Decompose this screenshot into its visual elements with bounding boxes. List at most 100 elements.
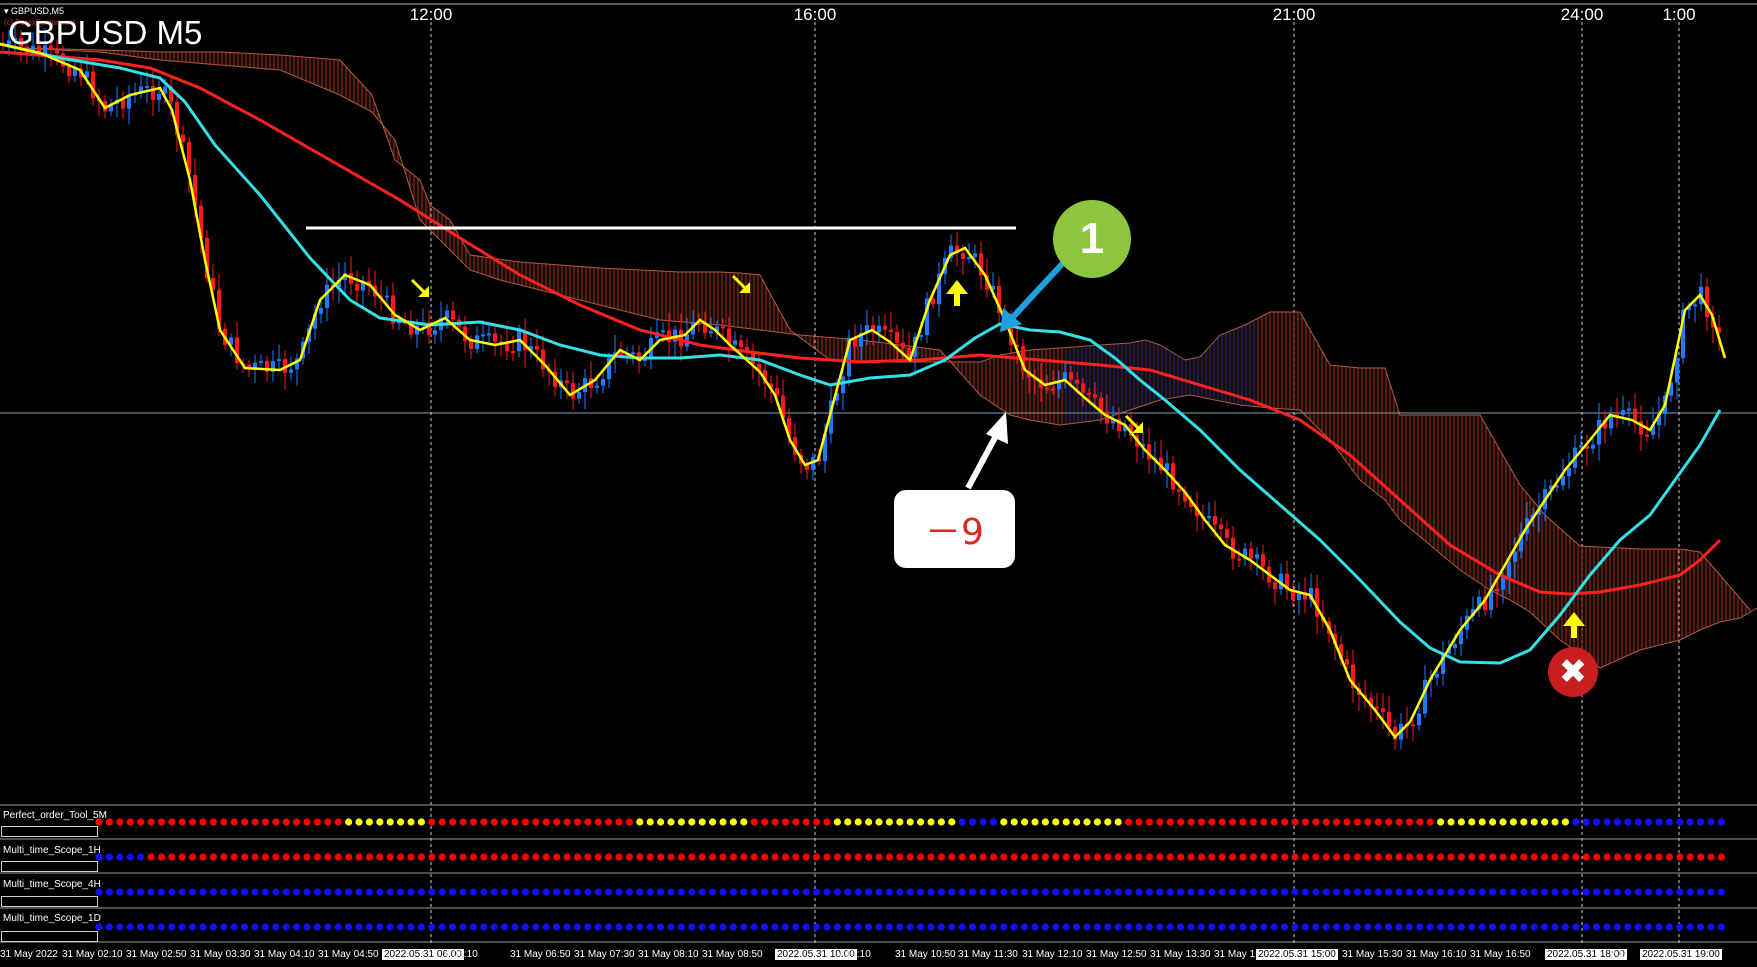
indicator-dot [501, 888, 509, 896]
indicator-label: Multi_time_Scope_1H [3, 845, 101, 856]
indicator-label: Multi_time_Scope_4H [3, 879, 101, 890]
indicator-dot [761, 853, 769, 861]
indicator-dot [813, 853, 821, 861]
candle-body [577, 392, 581, 399]
indicator-dot [750, 888, 758, 896]
indicator-dot [958, 853, 966, 861]
indicator-dot [386, 818, 394, 826]
candle-body [901, 342, 905, 348]
indicator-dot [625, 818, 634, 826]
indicator-dot [1145, 888, 1153, 896]
indicator-dot [490, 818, 498, 826]
indicator-dot [1634, 818, 1642, 826]
indicator-dot [1135, 818, 1143, 826]
bottom-time-label: 31 May 2022 [0, 949, 58, 960]
bottom-time-label: 31 May 10:50 [895, 949, 956, 960]
indicator-dot [1686, 853, 1694, 861]
indicator-dot [1239, 923, 1247, 931]
indicator-dot [1312, 818, 1320, 826]
candle-body [1045, 387, 1049, 390]
indicator-dot [646, 853, 654, 861]
indicator-dot [833, 888, 842, 896]
indicator-dot [199, 818, 207, 826]
indicator-dot [511, 853, 519, 861]
indicator-dot [1166, 888, 1174, 896]
indicator-dot [1135, 923, 1143, 931]
sell-signal-arrow [410, 278, 429, 297]
indicator-dot [542, 853, 550, 861]
indicator-dot [667, 888, 675, 896]
indicator-dot [875, 923, 883, 931]
indicator-dot [1343, 818, 1351, 826]
indicator-dot [1572, 853, 1580, 861]
indicator-dot [1395, 923, 1403, 931]
indicator-dot [1083, 923, 1091, 931]
indicator-dot [896, 818, 904, 826]
indicator-dot [854, 923, 862, 931]
indicator-dot [1582, 888, 1590, 896]
bottom-time-label: y 06:10 [445, 949, 478, 960]
indicator-dot [906, 923, 914, 931]
indicator-dot [407, 923, 415, 931]
indicator-dot [1572, 818, 1580, 826]
indicator-dot [199, 923, 207, 931]
indicator-dot [1447, 853, 1455, 861]
indicator-dot [1593, 923, 1601, 931]
indicator-dot [313, 853, 321, 861]
candle-body [973, 253, 977, 258]
indicator-dot [521, 853, 530, 861]
candle-body [1273, 582, 1277, 590]
indicator-dot [584, 818, 592, 826]
bottom-time-label: 31 May 04:10 [254, 949, 315, 960]
indicator-dot [896, 888, 904, 896]
indicator-dot [137, 818, 145, 826]
indicator-dot [1000, 853, 1008, 861]
bottom-time-label: 31 May 02:50 [126, 949, 187, 960]
indicator-dot [813, 818, 821, 826]
indicator-dot [501, 923, 509, 931]
indicator-dot [1385, 818, 1393, 826]
candle-body [355, 283, 359, 291]
indicator-dot [147, 818, 155, 826]
indicator-dot [636, 923, 644, 931]
indicator-dot [1385, 853, 1393, 861]
indicator-dot [1041, 923, 1049, 931]
candle-body [883, 325, 887, 330]
indicator-dot [1717, 853, 1725, 861]
indicator-dot [178, 888, 186, 896]
candle-body [253, 362, 257, 368]
candle-body [1225, 529, 1229, 538]
indicator-dot [1582, 923, 1590, 931]
indicator-dot [1333, 818, 1341, 826]
indicator-dot [1093, 818, 1101, 826]
indicator-dot [1551, 818, 1559, 826]
indicator-dot [1707, 923, 1715, 931]
indicator-dot [1281, 888, 1289, 896]
indicator-dot [1353, 853, 1361, 861]
indicator-dot [781, 853, 790, 861]
indicator-dot [272, 888, 280, 896]
indicator-dot [542, 818, 550, 826]
indicator-dot [178, 818, 186, 826]
indicator-dot [1104, 818, 1112, 826]
bottom-time-label: y 1 [1610, 949, 1624, 960]
indicator-dot [324, 923, 332, 931]
indicator-dot [449, 888, 457, 896]
indicator-dot [105, 888, 113, 896]
indicator-dot [636, 853, 644, 861]
indicator-dot [833, 853, 842, 861]
indicator-dot [1021, 853, 1029, 861]
indicator-dot [1062, 818, 1070, 826]
indicator-dot [1478, 818, 1486, 826]
indicator-dot [761, 923, 769, 931]
candle-body [1213, 516, 1217, 525]
indicator-dot [490, 923, 498, 931]
candle-body [1561, 476, 1565, 486]
indicator-dot [594, 923, 602, 931]
indicator-dot [1333, 888, 1341, 896]
indicator-dot [199, 853, 207, 861]
indicator-dot [1613, 818, 1621, 826]
bottom-time-label: 31 May 12:10 [1022, 949, 1083, 960]
indicator-dot [771, 888, 779, 896]
candle-body [841, 376, 845, 394]
